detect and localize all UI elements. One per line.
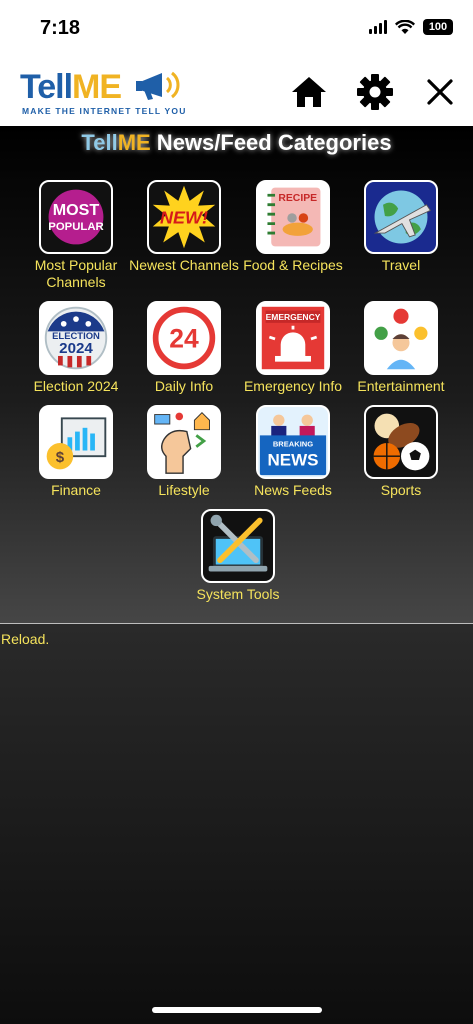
svg-text:BREAKING: BREAKING — [273, 440, 313, 449]
svg-text:RECIPE: RECIPE — [278, 193, 317, 204]
svg-text:NEWS: NEWS — [267, 451, 318, 470]
logo-tagline: MAKE THE INTERNET TELL YOU — [22, 106, 187, 116]
svg-text:MOST: MOST — [53, 201, 100, 219]
gear-icon — [357, 74, 393, 110]
sports-balls-icon — [364, 405, 438, 479]
category-label: Lifestyle — [158, 482, 210, 498]
home-indicator — [152, 1007, 322, 1013]
svg-text:2024: 2024 — [59, 340, 93, 357]
app-header: TellME MAKE THE INTERNET TELL YOU — [0, 58, 473, 126]
category-label: System Tools — [196, 586, 280, 602]
category-label: Emergency Info — [243, 378, 343, 394]
categories-panel: TellME News/Feed Categories MOST POPULAR… — [0, 126, 473, 624]
category-label: Sports — [380, 482, 422, 498]
home-button[interactable] — [289, 72, 329, 112]
status-time: 7:18 — [40, 17, 81, 39]
wifi-icon — [395, 19, 415, 34]
tools-laptop-icon — [201, 509, 275, 583]
signal-icon — [369, 20, 387, 34]
category-most-popular[interactable]: MOST POPULAR Most Popular Channels — [21, 180, 131, 291]
airplane-globe-icon — [364, 180, 438, 254]
page-title: TellME News/Feed Categories — [81, 130, 392, 155]
svg-text:NEW!: NEW! — [160, 208, 208, 228]
new-icon: NEW! — [147, 180, 221, 254]
category-emergency-info[interactable]: EMERGENCY Emergency Info — [238, 301, 348, 395]
category-news-feeds[interactable]: BREAKING NEWS News Feeds — [238, 405, 348, 499]
category-label: News Feeds — [254, 482, 332, 498]
status-area: Reload. — [0, 624, 473, 1024]
category-election[interactable]: ELECTION 2024 Election 2024 — [21, 301, 131, 395]
battery-icon: 100 — [423, 19, 453, 35]
svg-text:POPULAR: POPULAR — [48, 221, 103, 233]
close-button[interactable] — [420, 72, 460, 112]
finance-chart-icon: $ — [39, 405, 113, 479]
emergency-siren-icon: EMERGENCY — [256, 301, 330, 375]
category-label: Most Popular Channels — [34, 257, 118, 290]
recipe-book-icon: RECIPE — [256, 180, 330, 254]
status-bar: 7:18 100 — [0, 0, 473, 58]
svg-text:$: $ — [56, 449, 65, 466]
reload-link[interactable]: Reload. — [1, 631, 49, 647]
category-finance[interactable]: $ Finance — [21, 405, 131, 499]
category-label: Travel — [381, 257, 421, 273]
election-badge-icon: ELECTION 2024 — [39, 301, 113, 375]
category-entertainment[interactable]: Entertainment — [346, 301, 456, 395]
tellme-logo: TellME MAKE THE INTERNET TELL YOU — [20, 64, 190, 120]
megaphone-icon — [136, 71, 180, 100]
svg-text:EMERGENCY: EMERGENCY — [266, 312, 321, 322]
logo-text: TellME — [20, 68, 122, 106]
category-lifestyle[interactable]: Lifestyle — [129, 405, 239, 499]
category-sports[interactable]: Sports — [346, 405, 456, 499]
breaking-news-icon: BREAKING NEWS — [256, 405, 330, 479]
category-label: Entertainment — [357, 378, 445, 394]
svg-text:24: 24 — [169, 323, 199, 353]
category-travel[interactable]: Travel — [346, 180, 456, 274]
clock-24-icon: 24 — [147, 301, 221, 375]
status-icons: 100 — [369, 19, 453, 35]
close-icon — [427, 79, 453, 105]
category-food-recipes[interactable]: RECIPE Food & Recipes — [238, 180, 348, 274]
category-label: Food & Recipes — [243, 257, 343, 273]
category-label: Finance — [51, 482, 101, 498]
lifestyle-head-icon — [147, 405, 221, 479]
category-newest[interactable]: NEW! Newest Channels — [129, 180, 239, 274]
entertainment-person-icon — [364, 301, 438, 375]
category-label: Newest Channels — [129, 257, 239, 273]
category-label: Daily Info — [154, 378, 214, 394]
category-label: Election 2024 — [33, 378, 119, 394]
most-popular-icon: MOST POPULAR — [39, 180, 113, 254]
category-system-tools[interactable]: System Tools — [183, 509, 293, 603]
settings-button[interactable] — [355, 72, 395, 112]
category-daily-info[interactable]: 24 Daily Info — [129, 301, 239, 395]
home-icon — [292, 77, 326, 107]
